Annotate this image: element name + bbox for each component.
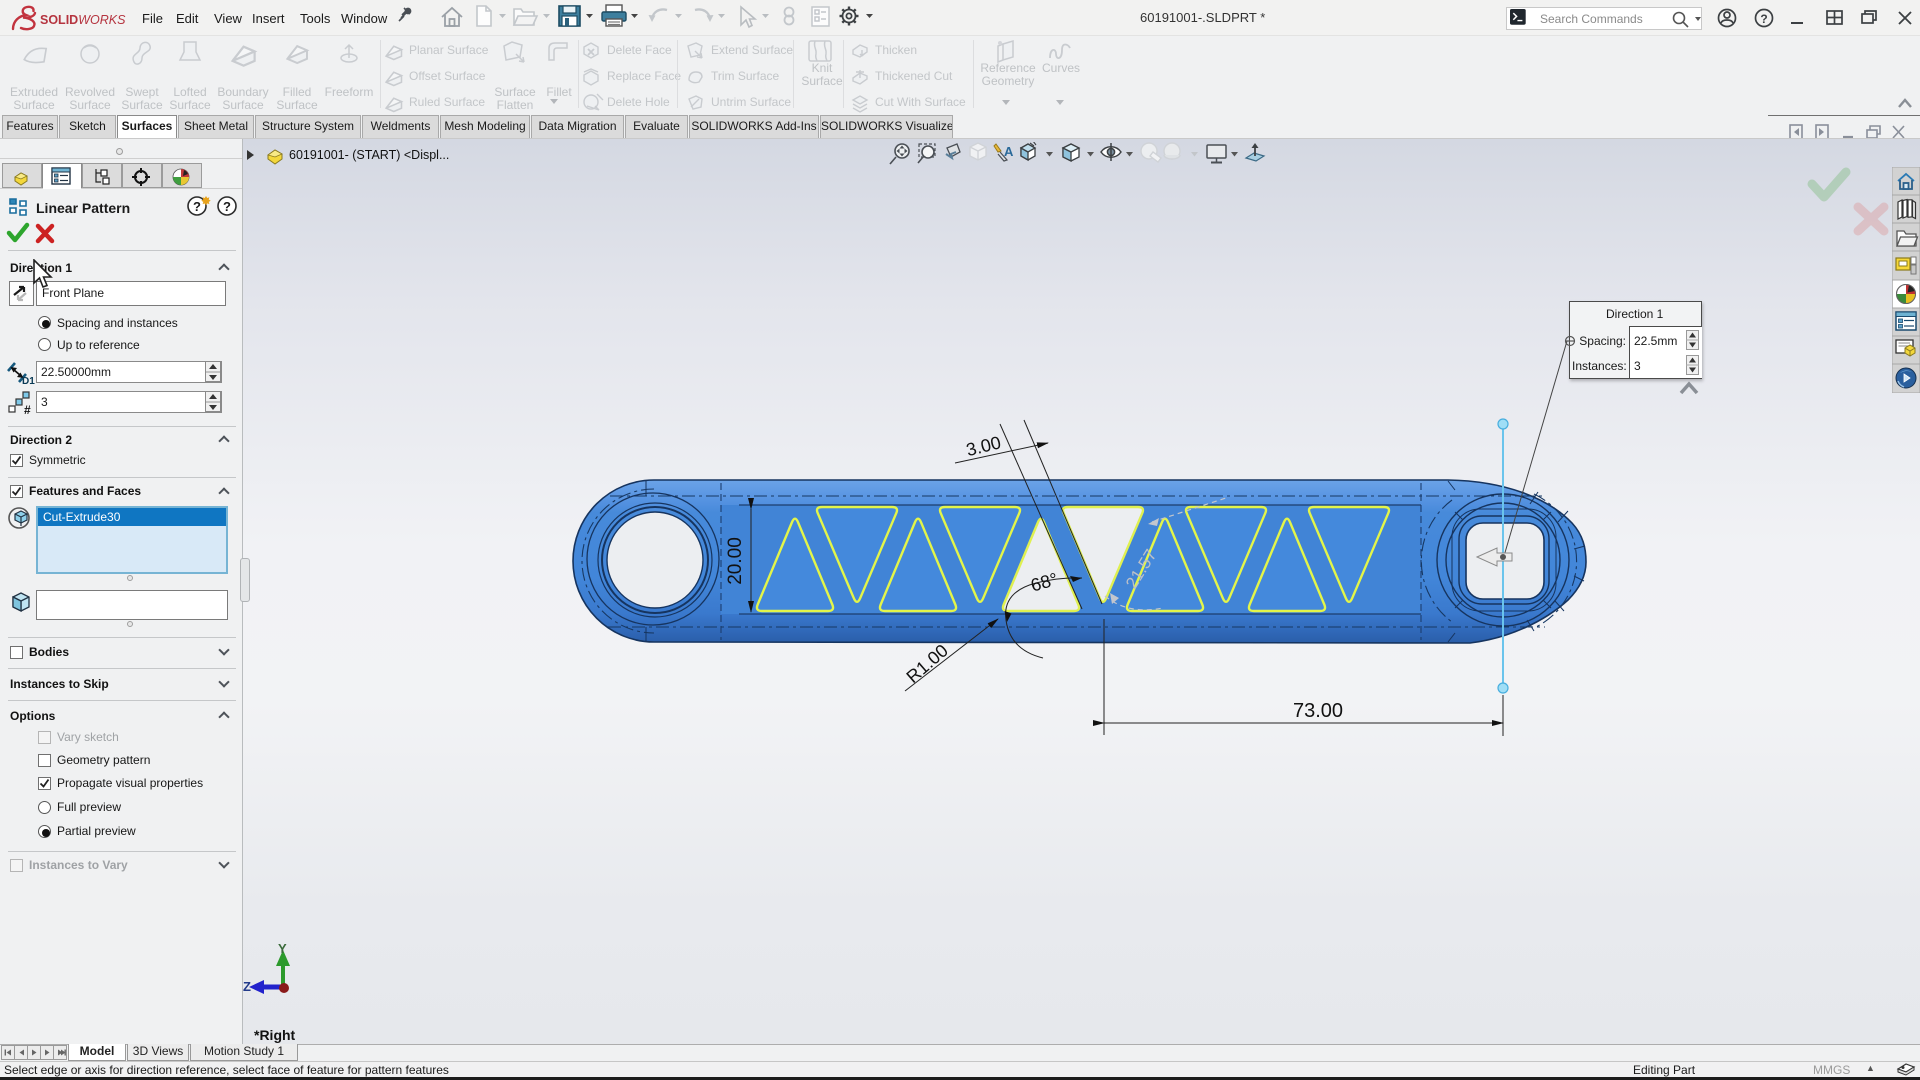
svg-text:*Right: *Right (254, 1027, 296, 1043)
svg-text:Y: Y (278, 941, 287, 956)
svg-text:?: ? (193, 199, 201, 214)
svg-text:#: # (24, 403, 31, 416)
svg-text:D1: D1 (22, 376, 35, 385)
svg-text:60191001- (START) <Displ...: 60191001- (START) <Displ... (289, 148, 449, 162)
svg-text:R1.00: R1.00 (903, 640, 952, 687)
svg-text:20.00: 20.00 (725, 537, 746, 585)
svg-text:3.00: 3.00 (964, 432, 1003, 460)
svg-text:?: ? (1760, 12, 1767, 26)
svg-text:73.00: 73.00 (1293, 700, 1343, 722)
svg-text:A: A (1004, 144, 1014, 159)
svg-text:Z: Z (243, 979, 251, 994)
svg-text:?: ? (223, 199, 231, 214)
